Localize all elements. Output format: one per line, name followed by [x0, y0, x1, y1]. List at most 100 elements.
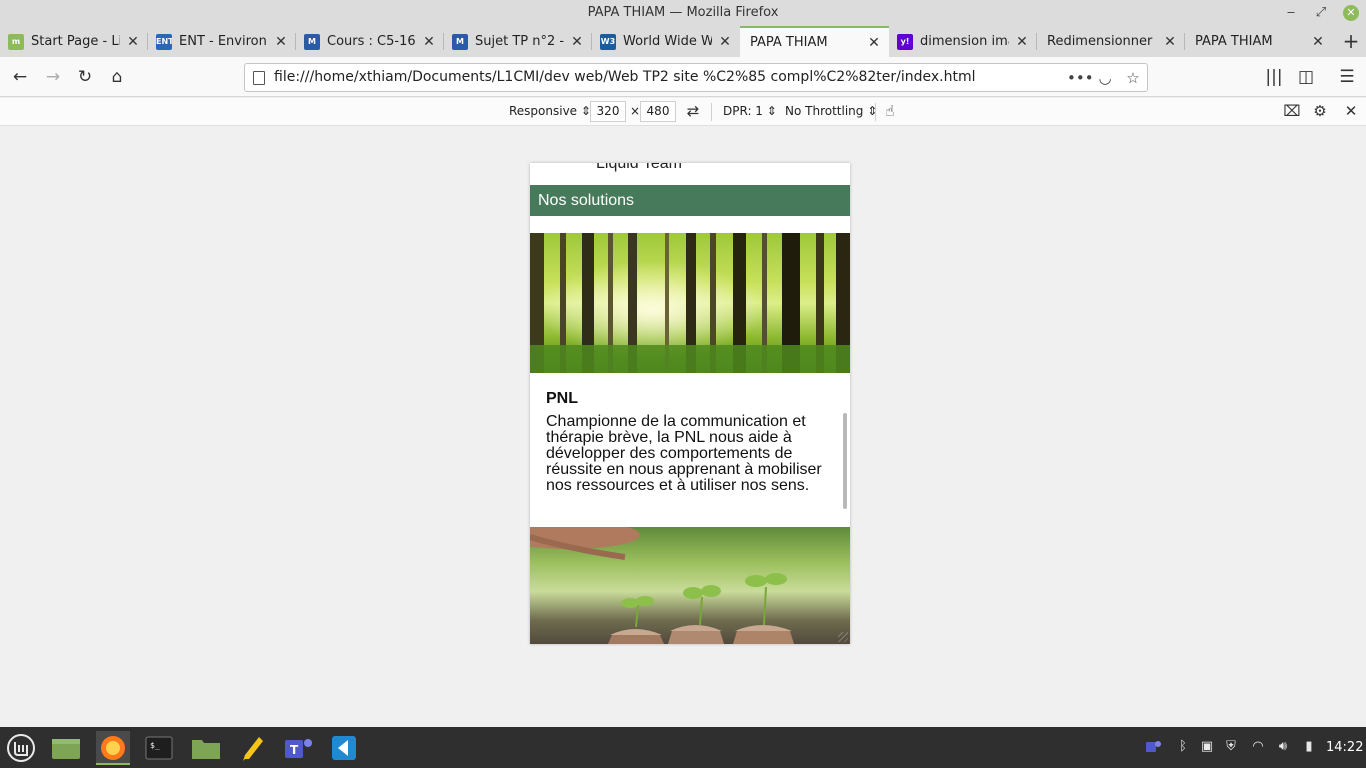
scrollbar-thumb[interactable] [843, 413, 847, 509]
tab-label: Sujet TP n°2 - I [475, 34, 564, 49]
close-tab-icon[interactable]: ✕ [126, 34, 140, 50]
window-title: PAPA THIAM — Mozilla Firefox [587, 5, 779, 20]
menu-icon[interactable]: ☰ [1335, 65, 1359, 89]
url-text[interactable]: file:///home/xthiam/Documents/L1CMI/dev … [274, 69, 976, 85]
tab-papa-thiam-active[interactable]: PAPA THIAM ✕ [740, 26, 889, 57]
battery-icon[interactable]: ▮ [1300, 738, 1318, 756]
close-window-icon[interactable]: ✕ [1343, 5, 1359, 21]
close-tab-icon[interactable]: ✕ [274, 34, 288, 50]
pocket-icon[interactable]: ◡ [1094, 67, 1116, 89]
forward-icon[interactable]: → [41, 65, 65, 89]
page-viewport-area: Liquid Team Nos solutions PNL Championne… [0, 127, 1366, 727]
volume-icon[interactable]: 🔊︎ [1274, 738, 1292, 756]
tab-dimension-image[interactable]: y! dimension ima ✕ [889, 26, 1037, 57]
dpr-label: DPR: 1 [723, 104, 763, 118]
restore-icon[interactable]: ⤢ [1313, 5, 1329, 21]
tab-start-page[interactable]: m Start Page - Lin ✕ [0, 26, 148, 57]
tab-label: Start Page - Lin [31, 34, 120, 49]
toolbar-divider [875, 103, 876, 121]
clock[interactable]: 14:22 [1326, 740, 1363, 755]
tab-label: World Wide We [623, 34, 712, 49]
tab-papa-thiam-2[interactable]: PAPA THIAM ✕ [1185, 26, 1333, 57]
tab-label: Cours : C5-160 [327, 34, 416, 49]
throttling-selector[interactable]: No Throttling ⇕ [785, 104, 877, 118]
seedlings-image [530, 527, 850, 644]
tab-label: ENT - Environne [179, 34, 268, 49]
firefox-icon[interactable] [96, 731, 130, 765]
tab-label: PAPA THIAM [750, 35, 828, 50]
files-icon[interactable] [189, 731, 223, 765]
tab-w3c[interactable]: W3 World Wide We ✕ [592, 26, 740, 57]
teams-icon[interactable]: T [281, 731, 315, 765]
window-titlebar: PAPA THIAM — Mozilla Firefox ‒ ⤢ ✕ [0, 0, 1366, 26]
moodle-icon: M [452, 33, 468, 50]
touch-simulation-icon[interactable]: ☝ [880, 101, 900, 121]
close-tab-icon[interactable]: ✕ [1163, 34, 1177, 50]
svg-text:T: T [290, 743, 299, 757]
url-bar[interactable]: file:///home/xthiam/Documents/L1CMI/dev … [244, 63, 1148, 92]
w3c-icon: W3 [600, 33, 616, 50]
card-description: Championne de la communication et thérap… [546, 413, 822, 494]
tab-ent[interactable]: ENT ENT - Environne ✕ [148, 26, 296, 57]
forest-image [530, 233, 850, 373]
section-header: Nos solutions [530, 185, 850, 216]
dimension-separator: × [630, 104, 641, 118]
clipboard-icon[interactable]: ▣ [1198, 738, 1216, 756]
close-tab-icon[interactable]: ✕ [1015, 34, 1029, 50]
tab-cours[interactable]: M Cours : C5-160 ✕ [296, 26, 444, 57]
shield-icon[interactable]: ⛨ [1222, 738, 1240, 756]
reload-icon[interactable]: ↻ [73, 65, 97, 89]
ent-icon: ENT [156, 33, 172, 50]
viewport-height-input[interactable]: 480 [640, 101, 676, 122]
dpr-selector[interactable]: DPR: 1 ⇕ [723, 104, 777, 118]
bookmark-star-icon[interactable]: ☆ [1122, 67, 1144, 89]
show-desktop-icon[interactable] [49, 731, 83, 765]
tab-label: PAPA THIAM [1195, 34, 1273, 49]
home-icon[interactable]: ⌂ [105, 65, 129, 89]
taskbar: $_ T ᛒ ▣ ⛨ ◠ 🔊︎ ▮ 14:22 [0, 727, 1366, 768]
close-responsive-mode-icon[interactable]: ✕ [1341, 101, 1361, 121]
card-title: PNL [546, 390, 578, 407]
viewport-width-input[interactable]: 320 [590, 101, 626, 122]
library-icon[interactable]: ||| [1262, 65, 1286, 89]
responsive-viewport[interactable]: Liquid Team Nos solutions PNL Championne… [530, 163, 850, 644]
moodle-icon: M [304, 33, 320, 50]
teams-tray-icon[interactable] [1144, 738, 1162, 756]
close-tab-icon[interactable]: ✕ [718, 34, 732, 50]
device-selector[interactable]: Responsive ⇕ [509, 104, 591, 118]
linux-mint-icon: m [8, 33, 24, 50]
wifi-icon[interactable]: ◠ [1249, 738, 1267, 756]
back-icon[interactable]: ← [8, 65, 32, 89]
close-tab-icon[interactable]: ✕ [867, 35, 881, 51]
page-actions-icon[interactable]: ••• [1067, 67, 1094, 89]
text-editor-icon[interactable] [235, 731, 269, 765]
tab-bar: m Start Page - Lin ✕ ENT ENT - Environne… [0, 26, 1366, 57]
tab-label: Redimensionner u [1047, 34, 1157, 49]
throttling-label: No Throttling [785, 104, 864, 118]
page-icon [253, 71, 265, 85]
terminal-icon[interactable]: $_ [142, 731, 176, 765]
device-selector-label: Responsive [509, 104, 578, 118]
partially-visible-text: Liquid Team [596, 163, 682, 172]
settings-gear-icon[interactable]: ⚙ [1310, 101, 1330, 121]
rotate-viewport-icon[interactable]: ⇄ [683, 101, 703, 121]
vscode-icon[interactable] [327, 731, 361, 765]
tab-label: dimension ima [920, 34, 1009, 49]
new-tab-icon[interactable]: + [1338, 28, 1364, 54]
tab-redimensionner[interactable]: Redimensionner u ✕ [1037, 26, 1185, 57]
sidebar-icon[interactable]: ◫ [1294, 65, 1318, 89]
bluetooth-icon[interactable]: ᛒ [1174, 738, 1192, 756]
tab-sujet-tp[interactable]: M Sujet TP n°2 - I ✕ [444, 26, 592, 57]
responsive-design-toolbar: Responsive ⇕ 320 × 480 ⇄ DPR: 1 ⇕ No Thr… [0, 98, 1366, 126]
close-tab-icon[interactable]: ✕ [570, 34, 584, 50]
yahoo-icon: y! [897, 33, 913, 50]
svg-text:$_: $_ [150, 741, 160, 750]
minimize-icon[interactable]: ‒ [1283, 5, 1299, 21]
toolbar-divider [711, 103, 712, 121]
navigation-toolbar: ← → ↻ ⌂ file:///home/xthiam/Documents/L1… [0, 57, 1366, 97]
close-tab-icon[interactable]: ✕ [1311, 34, 1325, 50]
screenshot-icon[interactable]: ⌧ [1282, 101, 1302, 121]
close-tab-icon[interactable]: ✕ [422, 34, 436, 50]
mint-menu-icon[interactable] [4, 731, 38, 765]
resize-handle-icon[interactable] [838, 632, 848, 642]
